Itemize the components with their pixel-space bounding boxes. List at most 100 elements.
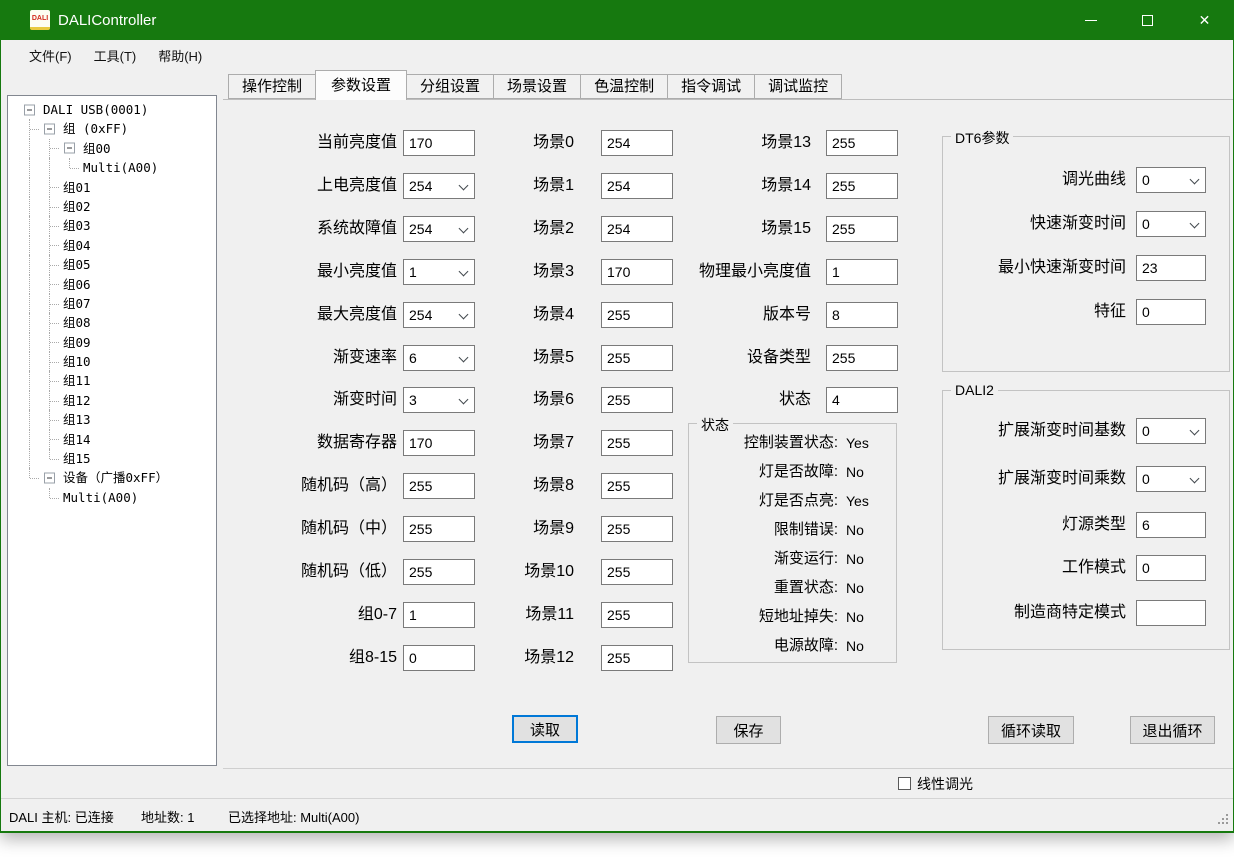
dali2-label: 制造商特定模式 <box>946 603 1126 623</box>
statusbar-selected-address: 已选择地址: Multi(A00) <box>228 807 359 826</box>
status-item-value: No <box>846 463 894 481</box>
dali2-combobox[interactable]: 0 <box>1136 418 1206 444</box>
tree-item[interactable]: 组13 <box>8 410 216 429</box>
status-item-value: Yes <box>846 492 894 510</box>
tree-guide <box>20 430 40 449</box>
tab-4[interactable]: 色温控制 <box>580 74 668 99</box>
param-input[interactable]: 255 <box>826 173 898 199</box>
param-input[interactable]: 255 <box>826 216 898 242</box>
scene-label: 场景9 <box>441 519 574 539</box>
status-item-value: No <box>846 579 894 597</box>
menu-item[interactable]: 工具(T) <box>83 46 148 65</box>
minimize-button[interactable] <box>1062 0 1119 40</box>
scene-input[interactable]: 255 <box>601 473 673 499</box>
scene-input[interactable]: 255 <box>601 645 673 671</box>
scene-label: 场景2 <box>441 219 574 239</box>
param-label: 随机码（低） <box>181 562 397 582</box>
param-input[interactable]: 4 <box>826 387 898 413</box>
dali2-input[interactable] <box>1136 600 1206 626</box>
param-label: 随机码（高） <box>181 476 397 496</box>
status-item-value: Yes <box>846 434 894 452</box>
tree-item-label: 组04 <box>63 236 91 255</box>
tree-item-label: 组06 <box>63 275 91 294</box>
menu-item[interactable]: 文件(F) <box>18 46 83 65</box>
maximize-button[interactable] <box>1119 0 1176 40</box>
tree-collapse-icon[interactable] <box>24 104 35 115</box>
titlebar[interactable]: DALI DALIController ✕ <box>1 0 1233 40</box>
tree-guide <box>20 468 40 487</box>
tab-3[interactable]: 场景设置 <box>493 74 581 99</box>
status-groupbox: 状态 <box>688 423 897 663</box>
combo-value: 0 <box>1142 172 1150 188</box>
status-item-label: 渐变运行: <box>698 550 838 568</box>
dt6-input[interactable]: 0 <box>1136 299 1206 325</box>
dt6-combobox[interactable]: 0 <box>1136 167 1206 193</box>
tab-0[interactable]: 操作控制 <box>228 74 316 99</box>
dali2-input[interactable]: 6 <box>1136 512 1206 538</box>
save-button[interactable]: 保存 <box>716 716 781 744</box>
read-button[interactable]: 读取 <box>512 715 578 743</box>
tree-item-label: Multi(A00) <box>63 488 138 507</box>
param-label: 组8-15 <box>181 648 397 668</box>
menu-item[interactable]: 帮助(H) <box>147 46 213 65</box>
param-label: 最小亮度值 <box>181 262 397 282</box>
tree-item[interactable]: Multi(A00) <box>8 158 216 177</box>
tab-1[interactable]: 参数设置 <box>315 70 407 100</box>
tab-5[interactable]: 指令调试 <box>667 74 755 99</box>
param-input[interactable]: 255 <box>826 130 898 156</box>
dt6-label: 快速渐变时间 <box>946 214 1126 234</box>
scene-input[interactable]: 255 <box>601 516 673 542</box>
param-label: 物理最小亮度值 <box>651 262 811 282</box>
param-label: 数据寄存器 <box>181 433 397 453</box>
tree-guide <box>20 294 40 313</box>
scene-label: 场景1 <box>441 176 574 196</box>
tree-item-label: 组13 <box>63 410 91 429</box>
tree-guide <box>40 333 60 352</box>
tree-guide <box>40 236 60 255</box>
param-input[interactable]: 1 <box>826 259 898 285</box>
param-label: 渐变速率 <box>181 348 397 368</box>
dt6-combobox[interactable]: 0 <box>1136 211 1206 237</box>
linear-dimming-checkbox[interactable] <box>898 777 911 790</box>
dt6-input[interactable]: 23 <box>1136 255 1206 281</box>
dt6-label: 调光曲线 <box>946 170 1126 190</box>
minimize-icon <box>1085 20 1097 21</box>
tab-2[interactable]: 分组设置 <box>406 74 494 99</box>
param-label: 场景15 <box>651 219 811 239</box>
tree-item[interactable]: 组02 <box>8 197 216 216</box>
tree-item[interactable]: 组11 <box>8 371 216 390</box>
tab-6[interactable]: 调试监控 <box>754 74 842 99</box>
tree-item-label: 组08 <box>63 313 91 332</box>
exit-loop-button[interactable]: 退出循环 <box>1130 716 1215 744</box>
tree-guide <box>20 449 40 468</box>
dali2-label: 灯源类型 <box>946 515 1126 535</box>
tree-guide <box>60 139 80 158</box>
scene-input[interactable]: 255 <box>601 430 673 456</box>
tree-guide <box>40 178 60 197</box>
param-label: 组0-7 <box>181 605 397 625</box>
combo-value: 0 <box>1142 423 1150 439</box>
resize-grip[interactable] <box>1226 822 1228 824</box>
scene-input[interactable]: 255 <box>601 559 673 585</box>
tree-collapse-icon[interactable] <box>44 124 55 135</box>
param-input[interactable]: 8 <box>826 302 898 328</box>
status-item-label: 限制错误: <box>698 521 838 539</box>
tree-guide <box>40 158 60 177</box>
tree-item-label: 组14 <box>63 430 91 449</box>
param-label: 上电亮度值 <box>181 176 397 196</box>
tree-item[interactable]: DALI USB(0001) <box>8 100 216 119</box>
param-label: 场景13 <box>651 133 811 153</box>
tree-collapse-icon[interactable] <box>44 473 55 484</box>
dali2-input[interactable]: 0 <box>1136 555 1206 581</box>
combo-chevron-icon <box>1190 219 1200 229</box>
tree-collapse-icon[interactable] <box>64 143 75 154</box>
param-label: 场景14 <box>651 176 811 196</box>
tree-guide <box>20 119 40 138</box>
param-input[interactable]: 255 <box>826 345 898 371</box>
close-button[interactable]: ✕ <box>1176 0 1233 40</box>
scene-input[interactable]: 255 <box>601 602 673 628</box>
loop-read-button[interactable]: 循环读取 <box>988 716 1074 744</box>
dali2-combobox[interactable]: 0 <box>1136 466 1206 492</box>
dali2-groupbox-title: DALI2 <box>951 382 998 398</box>
dt6-label: 最小快速渐变时间 <box>946 258 1126 278</box>
